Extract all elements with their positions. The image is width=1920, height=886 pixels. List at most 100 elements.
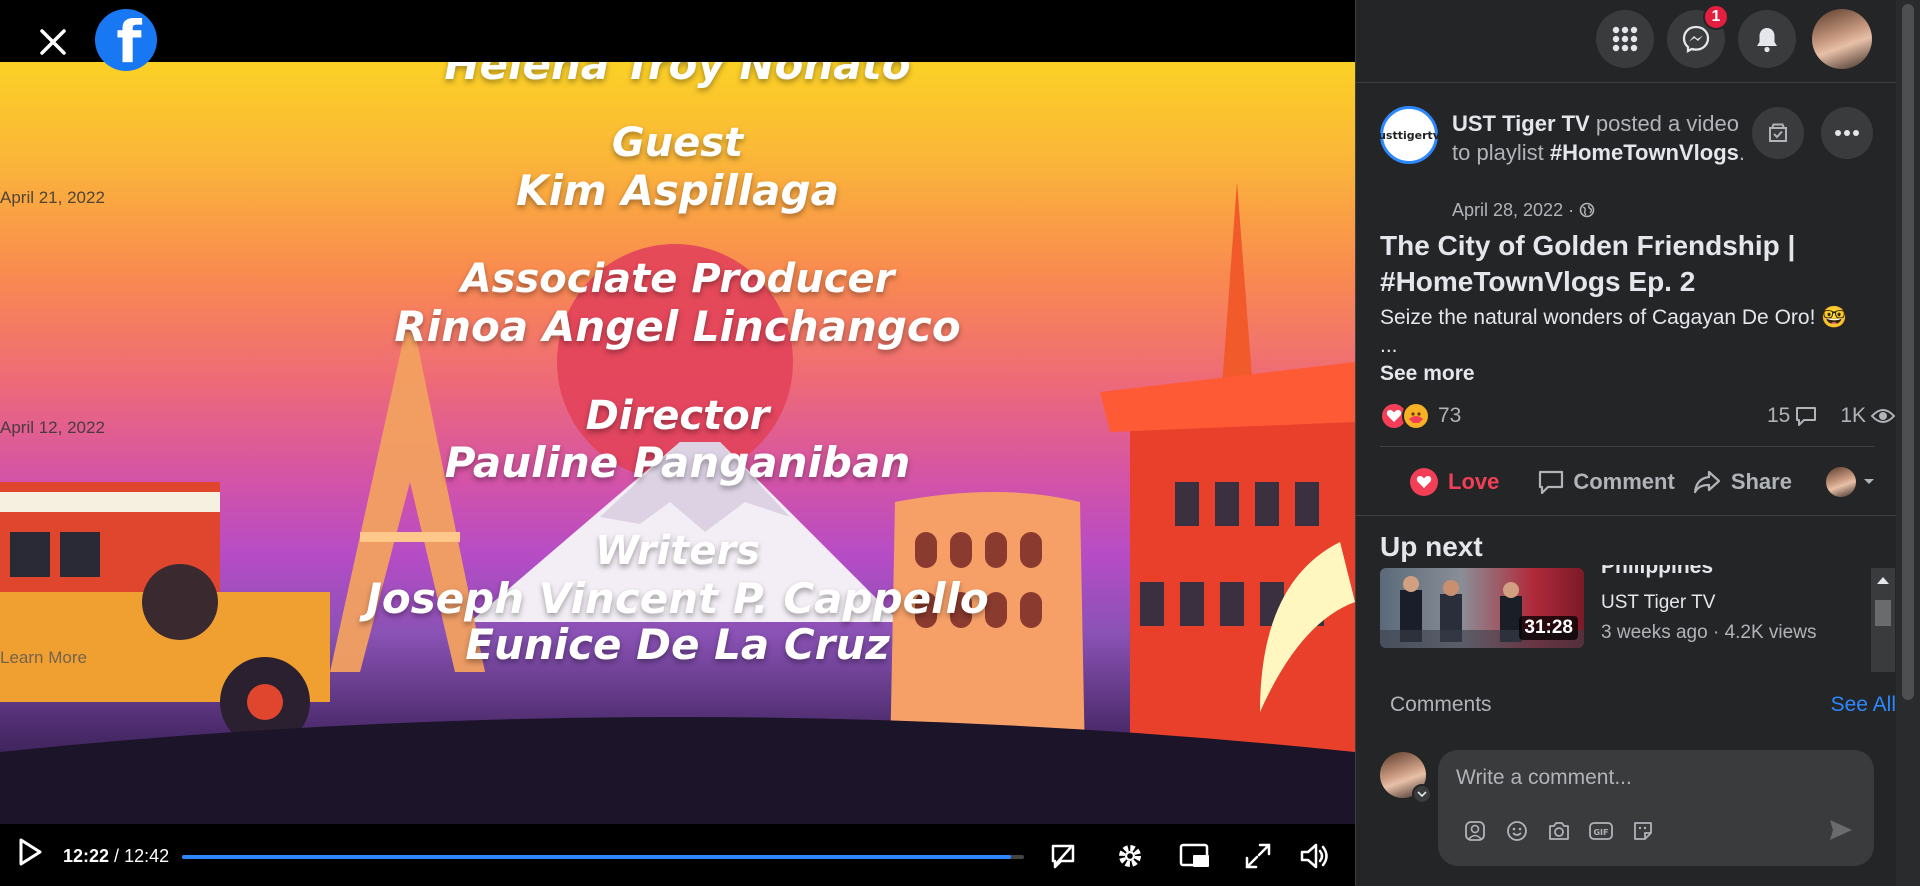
notification-badge: 1 (1703, 4, 1729, 30)
video-viewer: f Helena Troy Nonato Guest Kim Aspillaga… (0, 0, 1920, 886)
up-next-heading: Up next (1380, 531, 1483, 562)
comments-heading: Comments (1390, 693, 1492, 716)
volume-icon[interactable] (1298, 839, 1332, 873)
see-all-link[interactable]: See All (1831, 693, 1896, 717)
eye-icon (1870, 409, 1896, 423)
page-avatar[interactable]: usttigertv (1378, 106, 1440, 164)
credit-line: Eunice De La Cruz (465, 620, 890, 669)
comment-count[interactable]: 15 (1767, 404, 1818, 428)
credit-line: Joseph Vincent P. Cappello (366, 574, 989, 623)
svg-text:GIF: GIF (1593, 828, 1608, 837)
page-avatar-text: usttigertv (1378, 128, 1440, 142)
comment-composer: GIF (1438, 750, 1874, 866)
time-display: 12:22 / 12:42 (63, 846, 169, 867)
divider (1356, 82, 1896, 83)
view-count-value: 1K (1840, 404, 1866, 427)
video-frame: Helena Troy Nonato Guest Kim Aspillaga A… (0, 62, 1355, 824)
video-title: The City of Golden Friendship | #HomeTow… (1380, 230, 1796, 297)
up-next-channel[interactable]: UST Tiger TV (1601, 592, 1715, 614)
credit-line: Kim Aspillaga (516, 166, 839, 215)
up-next-item[interactable]: 31:28 Philippines UST Tiger TV 3 weeks a… (1380, 565, 1880, 667)
globe-icon (1579, 202, 1595, 218)
avatar-sticker-icon[interactable] (1454, 816, 1496, 846)
playlist-link[interactable]: #HomeTownVlogs (1550, 140, 1739, 165)
post-panel: 1 usttigertv UST Tiger TV posted a video… (1355, 0, 1920, 886)
up-next-meta: 3 weeks ago · 4.2K views (1601, 622, 1817, 643)
messenger-icon[interactable]: 1 (1667, 4, 1729, 68)
play-icon[interactable] (18, 838, 48, 872)
page-scroll-thumb[interactable] (1902, 4, 1914, 700)
love-label: Love (1448, 469, 1500, 494)
up-next-title[interactable]: Philippines (1601, 565, 1713, 579)
credit-line: Helena Troy Nonato (444, 62, 911, 89)
picture-in-picture-icon[interactable] (1178, 839, 1212, 873)
post-actions: Love Comment Share (1380, 460, 1897, 504)
progress-fill (182, 855, 1011, 859)
comment-input[interactable] (1456, 766, 1836, 790)
facebook-logo-icon[interactable]: f (95, 9, 157, 71)
divider (1356, 515, 1896, 516)
video-controls: 12:22 / 12:42 (0, 824, 1355, 886)
send-icon[interactable] (1828, 818, 1854, 847)
settings-gear-icon[interactable] (1113, 839, 1147, 873)
overlay-date: April 12, 2022 (0, 418, 105, 437)
account-avatar[interactable] (1812, 9, 1872, 69)
progress-bar[interactable] (182, 855, 1024, 859)
post-header-period: . (1738, 140, 1746, 165)
camera-icon[interactable] (1538, 816, 1580, 846)
total-duration: 12:42 (124, 846, 170, 866)
credit-line: Associate Producer (460, 256, 895, 302)
reaction-count: 73 (1438, 404, 1462, 427)
credit-line: Guest (611, 120, 744, 166)
see-more-link[interactable]: See more (1380, 362, 1475, 386)
top-nav: 1 (1356, 0, 1896, 80)
reaction-summary[interactable]: 73 (1380, 402, 1461, 430)
share-button[interactable]: Share (1693, 469, 1792, 495)
post-date[interactable]: April 28, 2022 · (1452, 200, 1595, 221)
view-count[interactable]: 1K (1840, 404, 1896, 428)
reaction-identity-selector[interactable] (1825, 467, 1876, 497)
scroll-up-arrow-icon[interactable] (1871, 572, 1895, 588)
credit-line: Rinoa Angel Linchangco (394, 302, 961, 351)
chevron-down-icon (1863, 479, 1874, 484)
more-options-icon[interactable] (1821, 107, 1873, 159)
comment-bubble-icon (1796, 407, 1817, 426)
credit-line: Writers (595, 528, 760, 574)
page-scrollbar[interactable] (1896, 0, 1920, 886)
comment-tools: GIF (1454, 816, 1664, 846)
post-date-text: April 28, 2022 · (1452, 200, 1575, 220)
post-stats: 15 1K (1745, 404, 1896, 428)
bell-icon[interactable] (1738, 10, 1796, 68)
share-icon (1693, 470, 1720, 494)
captions-off-icon[interactable] (1046, 839, 1080, 873)
chevron-down-icon[interactable] (1412, 784, 1432, 804)
menu-grid-icon[interactable] (1596, 10, 1654, 68)
comment-button[interactable]: Comment (1537, 469, 1675, 495)
save-icon[interactable] (1752, 107, 1804, 159)
time-separator: / (109, 846, 125, 866)
credit-line: Director (585, 393, 770, 439)
comment-count-value: 15 (1766, 404, 1791, 427)
love-button[interactable]: Love (1410, 468, 1499, 496)
up-next-thumbnail[interactable]: 31:28 (1380, 568, 1584, 648)
divider (1380, 446, 1874, 447)
video-player[interactable]: f Helena Troy Nonato Guest Kim Aspillaga… (0, 0, 1355, 886)
love-icon (1410, 468, 1438, 496)
overlay-date: April 21, 2022 (0, 188, 105, 207)
current-time: 12:22 (63, 846, 110, 866)
description-ellipsis: ... (1380, 334, 1398, 357)
video-description: Seize the natural wonders of Cagayan De … (1380, 304, 1880, 360)
emoji-icon[interactable] (1496, 816, 1538, 846)
credit-line: Pauline Panganiban (444, 438, 911, 487)
up-next-duration: 31:28 (1519, 616, 1578, 640)
commenter-avatar[interactable] (1380, 752, 1432, 804)
gif-icon[interactable]: GIF (1580, 816, 1622, 846)
up-next-scrollbar[interactable] (1871, 568, 1895, 672)
page-name-link[interactable]: UST Tiger TV (1452, 111, 1590, 136)
comment-icon (1539, 470, 1564, 495)
close-icon[interactable] (28, 17, 78, 67)
up-next-scroll-thumb[interactable] (1875, 600, 1891, 626)
fullscreen-icon[interactable] (1241, 839, 1275, 873)
sticker-icon[interactable] (1622, 816, 1664, 846)
identity-avatar (1825, 467, 1856, 497)
